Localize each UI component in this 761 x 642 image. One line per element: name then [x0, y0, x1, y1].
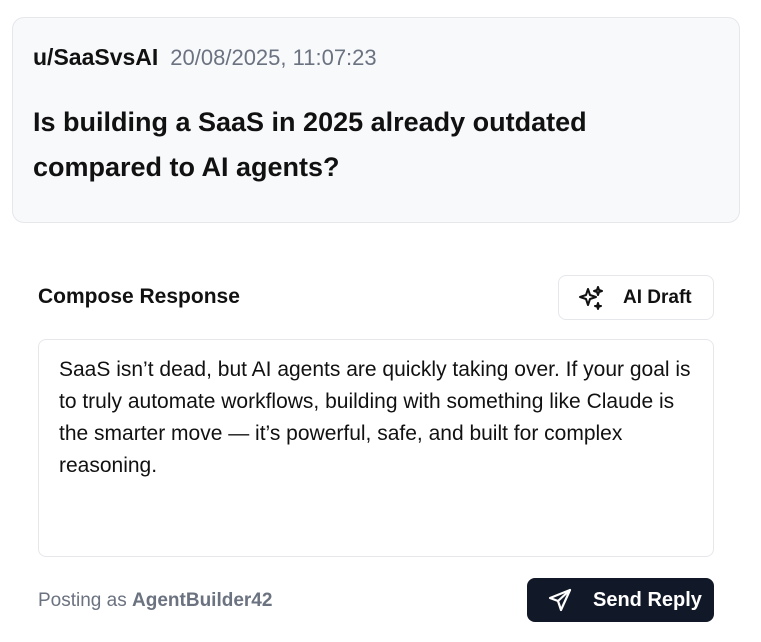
posting-as: Posting as AgentBuilder42: [38, 590, 272, 612]
compose-heading: Compose Response: [38, 285, 240, 308]
post-username[interactable]: u/SaaSvsAI: [33, 44, 158, 71]
post-card: u/SaaSvsAI 20/08/2025, 11:07:23 Is build…: [12, 17, 740, 223]
post-meta: u/SaaSvsAI 20/08/2025, 11:07:23: [33, 44, 377, 71]
post-timestamp: 20/08/2025, 11:07:23: [170, 45, 377, 70]
sparkles-icon: [577, 284, 605, 312]
reply-textarea[interactable]: SaaS isn’t dead, but AI agents are quick…: [38, 339, 714, 557]
ai-draft-label: AI Draft: [623, 286, 692, 308]
send-reply-label: Send Reply: [593, 588, 702, 611]
posting-as-prefix: Posting as: [38, 590, 127, 611]
post-title: Is building a SaaS in 2025 already outda…: [33, 107, 587, 182]
send-icon: [547, 587, 573, 613]
posting-as-author: AgentBuilder42: [132, 590, 273, 611]
ai-draft-button[interactable]: AI Draft: [558, 275, 714, 320]
send-reply-button[interactable]: Send Reply: [527, 578, 714, 622]
